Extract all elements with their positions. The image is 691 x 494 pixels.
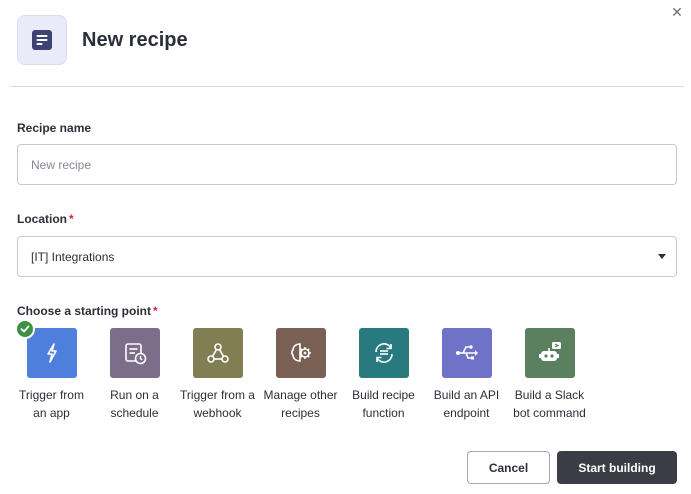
- option-label: Trigger from a webhook: [180, 388, 255, 420]
- cancel-button[interactable]: Cancel: [467, 451, 550, 484]
- location-select[interactable]: [IT] Integrations: [17, 236, 677, 277]
- recipe-document-icon: [17, 15, 67, 65]
- required-mark: *: [69, 212, 74, 226]
- close-icon[interactable]: ✕: [669, 4, 685, 20]
- starting-point-options: Trigger from an app Run on a schedule Tr…: [10, 319, 591, 422]
- option-label: Build a Slack bot command: [513, 388, 586, 420]
- option-label: Trigger from an app: [19, 388, 84, 420]
- recipe-name-label-text: Recipe name: [17, 121, 92, 135]
- dialog-header: New recipe: [17, 15, 188, 65]
- slack-bot-icon: [538, 342, 561, 361]
- location-label-text: Location: [17, 212, 67, 226]
- option-build-recipe-function[interactable]: Build recipe function: [342, 328, 425, 422]
- option-build-slack-bot-command[interactable]: Build a Slack bot command: [508, 328, 591, 422]
- recipe-name-label: Recipe name: [17, 121, 91, 135]
- location-label: Location *: [17, 212, 74, 226]
- option-build-api-endpoint[interactable]: Build an API endpoint: [425, 328, 508, 422]
- starting-point-label: Choose a starting point *: [17, 304, 158, 318]
- dialog-title: New recipe: [82, 28, 188, 51]
- caret-down-icon: [658, 254, 666, 259]
- header-divider: [10, 86, 684, 87]
- option-tile: [524, 328, 575, 378]
- function-cycle-icon: [374, 343, 393, 363]
- option-trigger-from-webhook[interactable]: Trigger from a webhook: [176, 328, 259, 422]
- option-label: Build an API endpoint: [433, 388, 500, 420]
- option-tile: [109, 328, 160, 378]
- option-tile: [26, 328, 77, 378]
- option-trigger-from-app[interactable]: Trigger from an app: [10, 319, 93, 422]
- starting-point-label-text: Choose a starting point: [17, 304, 152, 318]
- brain-gear-icon: [290, 343, 311, 362]
- option-label: Build recipe function: [352, 388, 415, 420]
- lightning-icon: [46, 343, 57, 363]
- webhook-icon: [206, 343, 229, 363]
- selected-check-icon: [15, 319, 35, 339]
- calendar-clock-icon: [124, 343, 146, 365]
- location-select-value: [IT] Integrations: [31, 249, 115, 264]
- option-tile: [358, 328, 409, 378]
- option-tile: [275, 328, 326, 378]
- required-mark: *: [153, 304, 158, 318]
- recipe-name-input[interactable]: [17, 144, 677, 185]
- option-tile: [441, 328, 492, 378]
- option-label: Run on a schedule: [110, 388, 159, 420]
- usb-api-icon: [455, 345, 478, 360]
- option-label: Manage other recipes: [263, 388, 338, 420]
- option-run-on-schedule[interactable]: Run on a schedule: [93, 328, 176, 422]
- option-manage-other-recipes[interactable]: Manage other recipes: [259, 328, 342, 422]
- option-tile: [192, 328, 243, 378]
- start-building-button[interactable]: Start building: [557, 451, 677, 484]
